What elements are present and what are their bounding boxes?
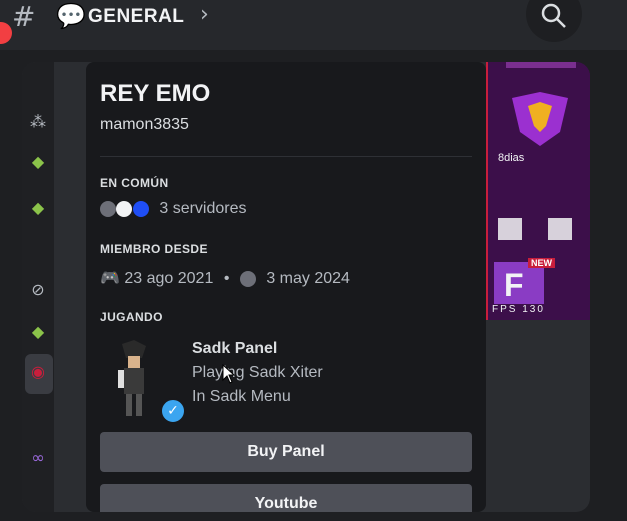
notification-dot (0, 22, 12, 44)
server-icon[interactable]: ◆ (22, 198, 54, 217)
hashtag-icon: # (12, 0, 36, 33)
server-join-date: 3 may 2024 (266, 270, 350, 287)
activity-details: Playing Sadk Xiter (192, 364, 323, 381)
cursor-icon (222, 364, 236, 384)
in-common-heading: EN COMÚN (100, 176, 169, 190)
divider (100, 156, 472, 157)
new-tag: NEW (528, 258, 555, 268)
profile-card: REY EMO mamon3835 EN COMÚN 3 servidores … (86, 62, 486, 512)
search-button[interactable] (526, 0, 582, 42)
channel-name[interactable]: GENERAL (88, 6, 184, 28)
member-since-heading: MIEMBRO DESDE (100, 242, 208, 256)
game-image (118, 340, 146, 416)
speech-bubble-icon: 💬 (56, 2, 86, 30)
mutual-servers-row[interactable]: 3 servidores (100, 200, 247, 218)
username: mamon3835 (100, 116, 189, 133)
channel-header: # 💬 GENERAL › (0, 0, 627, 50)
youtube-button[interactable]: Youtube (100, 484, 472, 512)
server-icon[interactable]: ◆ (22, 152, 54, 171)
server-icon[interactable]: ⊘ (22, 280, 54, 299)
server-rail: ⁂ ◆ ◆ ⊘ ◆ ◉ ∞ (22, 62, 54, 512)
banner-artwork: F (488, 62, 590, 320)
server-icon[interactable]: ∞ (22, 448, 54, 467)
profile-popout-frame: ⁂ ◆ ◆ ⊘ ◆ ◉ ∞ REY EMO mamon3835 EN COMÚN… (22, 62, 590, 512)
server-icon (239, 270, 256, 287)
svg-text:F: F (504, 267, 524, 303)
buy-panel-button[interactable]: Buy Panel (100, 432, 472, 472)
verified-check-icon: ✓ (160, 398, 186, 424)
activity-title: Sadk Panel (192, 340, 278, 357)
search-icon (541, 3, 566, 28)
server-avatar (132, 200, 149, 217)
display-name: REY EMO (100, 80, 211, 107)
playing-heading: JUGANDO (100, 310, 163, 324)
discord-join-date: 23 ago 2021 (124, 270, 214, 287)
chevron-right-icon[interactable]: › (200, 2, 209, 27)
server-icon[interactable]: ◆ (22, 322, 54, 341)
activity-state: In Sadk Menu (192, 388, 291, 405)
days-label: 8dias (498, 152, 525, 164)
background-banner: F 8dias NEW FPS 130 (486, 62, 590, 320)
discord-icon: 🎮 (100, 268, 120, 287)
server-icon[interactable]: ◉ (22, 362, 54, 381)
date-separator: • (223, 270, 230, 287)
server-avatar (100, 200, 116, 217)
server-icon[interactable]: ⁂ (22, 112, 54, 131)
server-avatar (116, 200, 133, 217)
mutual-servers-count: 3 servidores (159, 200, 247, 217)
member-since-row: 🎮 23 ago 2021 • 3 may 2024 (100, 268, 350, 288)
fps-label: FPS 130 (492, 304, 545, 315)
